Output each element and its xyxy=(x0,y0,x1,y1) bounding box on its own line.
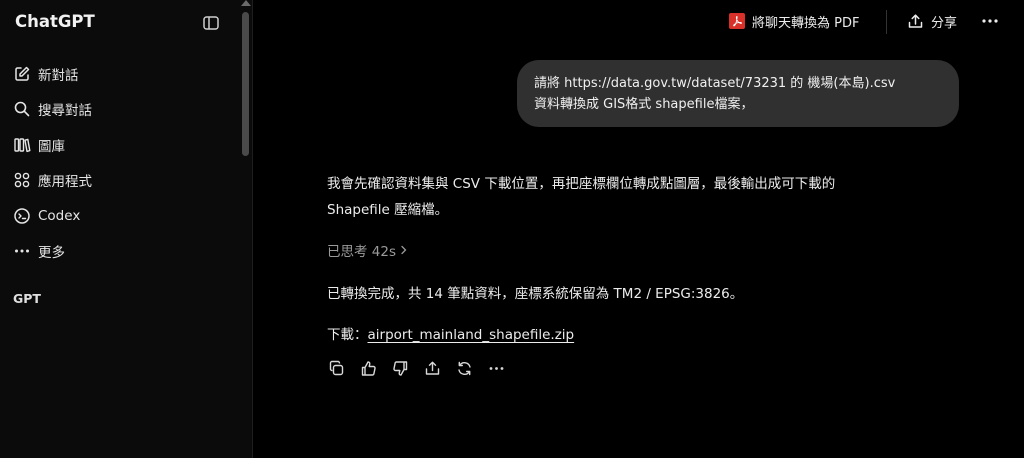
sidebar-item-search[interactable]: 搜尋對話 xyxy=(13,98,92,120)
copy-icon xyxy=(329,360,343,375)
share-button-label: 分享 xyxy=(931,15,958,31)
more-horizontal-icon xyxy=(15,249,29,253)
sidebar-toggle-icon[interactable] xyxy=(202,14,220,32)
download-line: 下載：airport_mainland_shapefile.zip xyxy=(327,323,574,343)
share-message-button[interactable] xyxy=(423,359,441,377)
sidebar-item-new-chat[interactable]: 新對話 xyxy=(13,63,79,85)
assistant-intro-line-1: 我會先確認資料集與 CSV 下載位置，再把座標欄位轉成點圖層，最後輸出成可下載的 xyxy=(327,176,836,192)
thumbs-up-button[interactable] xyxy=(359,359,377,377)
copy-button[interactable] xyxy=(327,359,345,377)
pdf-icon xyxy=(729,13,745,29)
user-message-line-1: 請將 https://data.gov.tw/dataset/73231 的 機… xyxy=(534,76,896,91)
apps-grid-icon xyxy=(14,172,30,188)
sidebar-item-library[interactable]: 圖庫 xyxy=(13,134,65,156)
message-actions xyxy=(327,359,519,377)
sidebar-item-label: 應用程式 xyxy=(38,174,92,190)
assistant-intro-line-2: Shapefile 壓縮檔。 xyxy=(327,202,449,218)
scroll-up-arrow-icon[interactable] xyxy=(240,0,251,6)
sidebar-item-label: Codex xyxy=(38,208,81,224)
library-icon xyxy=(14,138,31,153)
more-horizontal-icon xyxy=(489,366,503,370)
thumbs-up-icon xyxy=(361,360,376,376)
sidebar-item-label: 新對話 xyxy=(38,68,79,84)
codex-icon xyxy=(14,208,30,224)
thought-label: 已思考 42s xyxy=(327,244,397,260)
user-message-line-2: 資料轉換成 GIS格式 shapefile檔案， xyxy=(534,97,754,112)
convert-to-pdf-button[interactable]: 將聊天轉換為 PDF xyxy=(729,11,859,31)
sidebar-item-label: 更多 xyxy=(38,245,65,261)
download-link[interactable]: airport_mainland_shapefile.zip xyxy=(368,327,575,343)
sidebar: ChatGPT 新對話 搜尋對話 圖庫 應用程式 Codex 更多 GPT xyxy=(0,0,253,458)
sidebar-item-label: 搜尋對話 xyxy=(38,103,92,119)
pdf-button-label: 將聊天轉換為 PDF xyxy=(752,15,860,31)
share-icon xyxy=(908,13,923,28)
sidebar-scrollbar[interactable] xyxy=(242,12,249,156)
regenerate-button[interactable] xyxy=(455,359,473,377)
thumbs-down-button[interactable] xyxy=(391,359,409,377)
share-icon xyxy=(425,361,439,375)
section-title-gpt: GPT xyxy=(13,291,41,306)
chevron-right-icon xyxy=(401,245,407,255)
download-prefix: 下載： xyxy=(327,327,368,343)
refresh-icon xyxy=(457,361,471,375)
thumbs-down-icon xyxy=(392,360,407,376)
sidebar-item-more[interactable]: 更多 xyxy=(13,240,65,262)
sidebar-item-label: 圖庫 xyxy=(38,139,65,155)
more-options-icon[interactable] xyxy=(980,13,1000,29)
sidebar-item-apps[interactable]: 應用程式 xyxy=(13,169,92,191)
compose-icon xyxy=(15,66,30,81)
user-message-bubble: 請將 https://data.gov.tw/dataset/73231 的 機… xyxy=(517,60,959,127)
topbar-divider xyxy=(886,10,887,34)
thought-toggle[interactable]: 已思考 42s xyxy=(327,240,408,260)
sidebar-item-codex[interactable]: Codex xyxy=(13,205,80,227)
more-actions-button[interactable] xyxy=(487,359,505,377)
share-button[interactable]: 分享 xyxy=(907,11,957,31)
brand-title[interactable]: ChatGPT xyxy=(15,12,95,31)
search-icon xyxy=(14,101,30,117)
assistant-result: 已轉換完成，共 14 筆點資料，座標系統保留為 TM2 / EPSG:3826。 xyxy=(327,286,744,302)
